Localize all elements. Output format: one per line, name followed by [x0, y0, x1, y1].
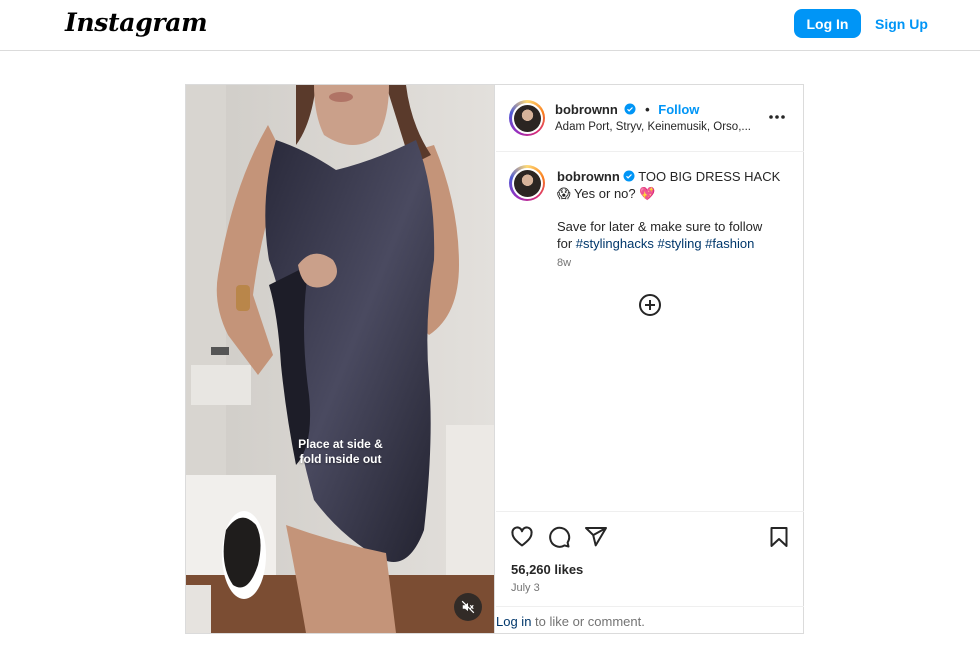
heart-emoji: 💖	[639, 186, 656, 201]
signup-link[interactable]: Sign Up	[875, 16, 928, 32]
audio-link[interactable]: Adam Port, Stryv, Keinemusik, Orso,...	[555, 121, 751, 133]
mute-icon	[461, 600, 475, 614]
caption-line-4-prefix: for	[557, 236, 573, 251]
hashtag-link[interactable]: #stylinghacks	[576, 236, 654, 251]
post-video[interactable]: Place at side & fold inside out	[186, 85, 495, 633]
caption-text: bobrownn TOO BIG DRESS HACK 😱 Yes or no?…	[557, 168, 792, 252]
post-card: Place at side & fold inside out bobrownn	[185, 84, 804, 634]
separator-dot: •	[645, 102, 650, 117]
caption-username[interactable]: bobrownn	[557, 169, 620, 184]
login-prompt-text: to like or comment.	[535, 614, 645, 629]
verified-icon	[624, 103, 636, 115]
avatar-image	[513, 104, 541, 132]
verified-icon	[623, 170, 635, 182]
post-header: bobrownn • Follow Adam Port, Stryv, Kein…	[496, 85, 804, 152]
bookmark-icon[interactable]	[767, 525, 791, 549]
overlay-line-1: Place at side &	[298, 437, 383, 451]
overlay-line-2: fold inside out	[299, 452, 382, 466]
mute-button[interactable]	[454, 593, 482, 621]
post-actions: 56,260 likes July 3	[496, 511, 804, 607]
caption-line-2: Yes or no?	[573, 186, 636, 201]
login-button[interactable]: Log In	[794, 9, 861, 38]
scream-emoji: 😱	[557, 186, 571, 201]
hashtag-link[interactable]: #fashion	[705, 236, 754, 251]
more-icon	[769, 115, 785, 119]
instagram-logo[interactable]: Instagram	[65, 8, 208, 37]
likes-count[interactable]: 56,260 likes	[511, 562, 583, 577]
top-bar: Instagram Log In Sign Up	[0, 0, 980, 51]
more-options-button[interactable]	[768, 109, 786, 120]
caption-line-3: Save for later & make sure to follow	[557, 219, 763, 234]
caption-title: TOO BIG DRESS HACK	[638, 169, 781, 184]
caption-time[interactable]: 8w	[557, 257, 571, 269]
login-link[interactable]: Log in	[496, 614, 531, 629]
login-prompt: Log in to like or comment.	[496, 606, 804, 633]
username-link[interactable]: bobrownn	[555, 102, 618, 117]
header-user-line: bobrownn • Follow	[555, 102, 699, 117]
load-more-icon[interactable]	[638, 293, 662, 317]
hashtag-link[interactable]: #styling	[657, 236, 701, 251]
avatar[interactable]	[509, 100, 545, 136]
caption-avatar[interactable]	[509, 165, 545, 201]
video-caption-overlay: Place at side & fold inside out	[186, 437, 494, 467]
heart-icon[interactable]	[510, 525, 534, 549]
post-date[interactable]: July 3	[511, 582, 540, 594]
caption-avatar-image	[513, 169, 541, 197]
follow-button[interactable]: Follow	[658, 102, 699, 117]
post-sidebar: bobrownn • Follow Adam Port, Stryv, Kein…	[496, 85, 804, 633]
video-frame	[186, 85, 494, 633]
share-icon[interactable]	[584, 525, 608, 549]
comment-icon[interactable]	[547, 525, 571, 549]
